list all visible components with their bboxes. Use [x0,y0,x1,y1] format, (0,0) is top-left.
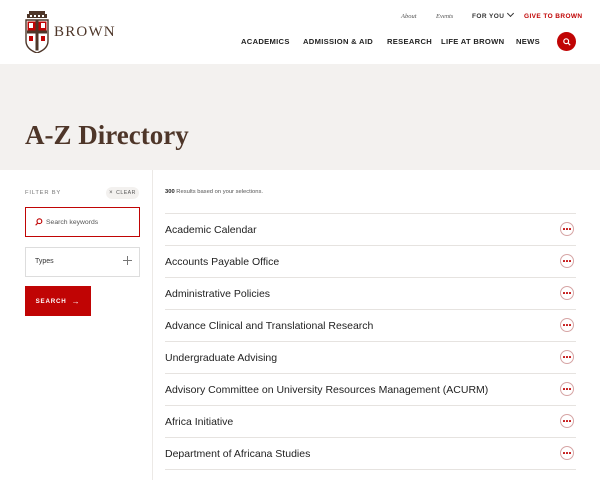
results-list: Academic Calendar Accounts Payable Offic… [165,213,576,470]
close-icon: × [109,190,114,196]
plus-icon [123,256,132,265]
more-options-icon[interactable] [560,414,574,428]
results-count-text: Results based on your selections. [176,189,263,195]
result-title[interactable]: Advance Clinical and Translational Resea… [165,320,373,332]
list-item[interactable]: Advisory Committee on University Resourc… [165,374,576,406]
header-search-button[interactable] [557,32,576,51]
nav-academics[interactable]: ACADEMICS [241,37,290,46]
list-item[interactable]: Advance Clinical and Translational Resea… [165,310,576,342]
events-link[interactable]: Events [436,13,453,23]
result-title[interactable]: Academic Calendar [165,224,257,236]
brown-wordmark[interactable]: BROWN [54,24,116,41]
nav-life-at-brown[interactable]: LIFE AT BROWN [441,37,504,46]
list-item[interactable]: Accounts Payable Office [165,246,576,278]
brown-logo[interactable] [25,11,49,53]
more-options-icon[interactable] [560,446,574,460]
brown-shield-icon [25,11,49,53]
more-options-icon[interactable] [560,382,574,396]
more-options-icon[interactable] [560,286,574,300]
for-you-dropdown[interactable]: FOR YOU [472,9,515,23]
list-item[interactable]: Academic Calendar [165,214,576,246]
result-title[interactable]: Administrative Policies [165,288,270,300]
clear-label: CLEAR [116,190,136,196]
result-title[interactable]: Accounts Payable Office [165,256,279,268]
more-options-icon[interactable] [560,222,574,236]
chevron-down-icon [507,9,515,18]
search-icon [35,218,43,226]
nav-news[interactable]: NEWS [516,37,540,46]
list-item[interactable]: Undergraduate Advising [165,342,576,374]
result-title[interactable]: Advisory Committee on University Resourc… [165,384,488,396]
types-filter-dropdown[interactable]: Types [25,247,140,277]
arrow-right-icon: → [71,296,81,306]
list-item[interactable]: Africa Initiative [165,406,576,438]
search-icon [562,37,571,46]
types-label: Types [35,258,54,265]
keyword-search-field[interactable] [25,207,140,237]
results-count-number: 300 [165,189,175,195]
search-button-label: SEARCH [35,297,67,305]
filter-by-label: FILTER BY [25,190,62,196]
result-title[interactable]: Africa Initiative [165,416,233,428]
search-button[interactable]: SEARCH → [25,286,91,316]
about-link[interactable]: About [401,13,417,23]
more-options-icon[interactable] [560,254,574,268]
nav-research[interactable]: RESEARCH [387,37,432,46]
nav-admission-aid[interactable]: ADMISSION & AID [303,37,373,46]
give-to-brown-link[interactable]: GIVE TO BROWN [524,13,583,23]
results-count: 300 Results based on your selections. [165,189,263,195]
for-you-label: FOR YOU [472,13,505,20]
clear-filters-button[interactable]: × CLEAR [106,187,139,199]
list-item[interactable]: Department of Africana Studies [165,438,576,470]
site-header: BROWN About Events FOR YOU GIVE TO BROWN… [0,0,600,64]
more-options-icon[interactable] [560,318,574,332]
hero-banner: A-Z Directory [0,64,600,170]
page-title: A-Z Directory [25,120,189,150]
more-options-icon[interactable] [560,350,574,364]
result-title[interactable]: Department of Africana Studies [165,448,310,460]
filter-sidebar: FILTER BY × CLEAR Types SEARCH → [0,170,153,480]
list-item[interactable]: Administrative Policies [165,278,576,310]
search-input[interactable] [46,215,134,229]
result-title[interactable]: Undergraduate Advising [165,352,277,364]
